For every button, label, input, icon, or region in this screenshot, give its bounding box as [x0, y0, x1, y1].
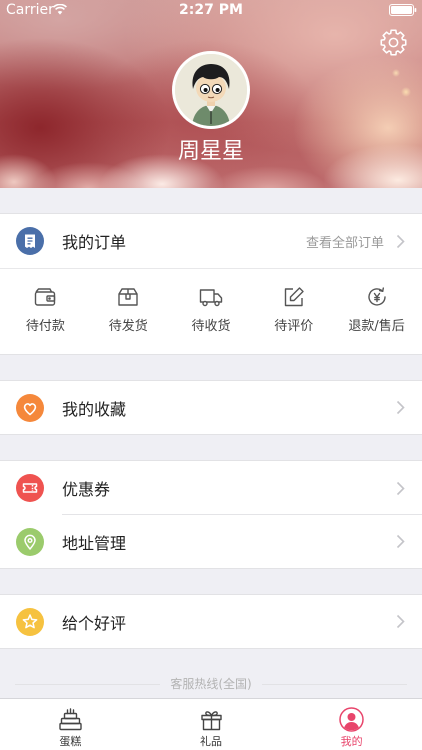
tab-gifts[interactable]: 礼品: [141, 699, 282, 750]
order-status-pending-payment[interactable]: 待付款: [4, 269, 87, 354]
clock-time: 2:27 PM: [179, 2, 243, 18]
hotline-label: 客服热线(全国): [170, 677, 252, 691]
truck-icon: [199, 285, 223, 309]
order-status-pending-receipt[interactable]: 待收货: [170, 269, 253, 354]
status-label: 待评价: [274, 319, 314, 334]
edit-icon: [282, 285, 306, 309]
status-label: 待发货: [108, 319, 148, 334]
view-all-orders-link[interactable]: 查看全部订单: [306, 232, 384, 251]
favorites-row[interactable]: 我的收藏: [0, 381, 422, 434]
orders-section: 我的订单 查看全部订单 待付款 待发货 待收货 待评价 退款/售后: [0, 213, 422, 355]
review-row[interactable]: 给个好评: [0, 595, 422, 648]
order-status-pending-review[interactable]: 待评价: [252, 269, 335, 354]
order-status-refund[interactable]: 退款/售后: [335, 269, 418, 354]
avatar[interactable]: [172, 51, 250, 129]
wallet-icon: [33, 285, 57, 309]
favorites-label: 我的收藏: [62, 399, 127, 419]
order-status-pending-shipment[interactable]: 待发货: [87, 269, 170, 354]
profile-header: Carrier 2:27 PM 周星星: [0, 0, 422, 188]
orders-title: 我的订单: [62, 233, 127, 252]
status-label: 待收货: [191, 319, 231, 334]
location-pin-icon: [16, 527, 44, 556]
star-icon: [16, 607, 44, 636]
ticket-icon: [16, 474, 44, 502]
chevron-right-icon: [396, 400, 405, 415]
wallet-section: 优惠券 地址管理: [0, 460, 422, 569]
tab-cake[interactable]: 蛋糕: [0, 699, 141, 750]
favorites-section: 我的收藏: [0, 380, 422, 435]
chevron-right-icon: [396, 614, 405, 629]
tab-mine[interactable]: 我的: [281, 699, 422, 750]
status-bar: Carrier 2:27 PM: [0, 0, 422, 20]
address-row[interactable]: 地址管理: [0, 515, 422, 568]
address-label: 地址管理: [62, 533, 127, 553]
cake-icon: [58, 707, 83, 732]
tab-bar: 蛋糕 礼品 我的: [0, 698, 422, 750]
user-icon: [339, 707, 364, 732]
chevron-right-icon: [396, 234, 405, 249]
heart-icon: [16, 393, 44, 422]
orders-row[interactable]: 我的订单 查看全部订单: [0, 214, 422, 268]
hotline[interactable]: 客服热线(全国): [0, 676, 422, 692]
refund-icon: [365, 285, 389, 309]
package-icon: [116, 285, 140, 309]
status-label: 待付款: [25, 319, 65, 334]
coupons-row[interactable]: 优惠券: [0, 461, 422, 515]
gift-icon: [199, 707, 224, 732]
tab-label: 蛋糕: [59, 735, 82, 748]
tab-label: 我的: [340, 735, 363, 748]
chevron-right-icon: [396, 534, 405, 549]
status-label: 退款/售后: [348, 319, 405, 334]
chevron-right-icon: [396, 481, 405, 496]
coupons-label: 优惠券: [62, 480, 111, 499]
order-status-grid: 待付款 待发货 待收货 待评价 退款/售后: [0, 268, 422, 354]
review-section: 给个好评: [0, 594, 422, 649]
order-list-icon: [16, 227, 44, 255]
gear-icon[interactable]: [380, 29, 407, 56]
battery-icon: [389, 4, 417, 16]
divider-line: [261, 683, 407, 685]
review-label: 给个好评: [62, 613, 127, 633]
divider-line: [15, 683, 161, 685]
tab-label: 礼品: [200, 735, 222, 748]
user-name: 周星星: [177, 139, 244, 164]
